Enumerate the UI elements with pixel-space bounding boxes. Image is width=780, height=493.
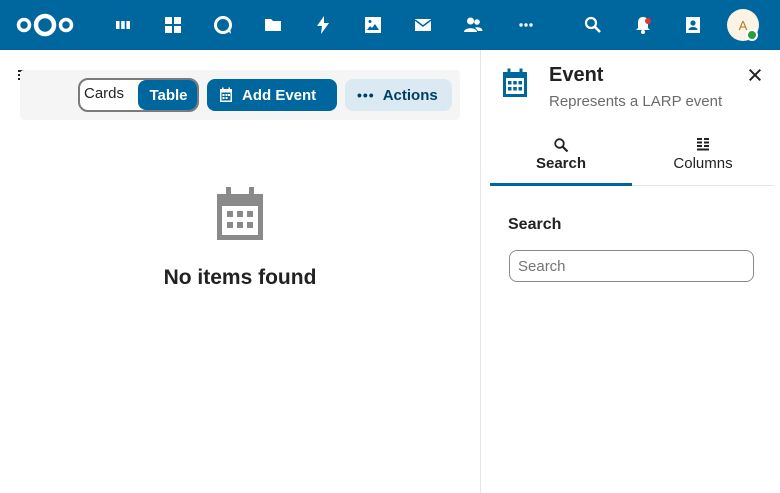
sidebar-subtitle: Represents a LARP event [549,93,723,110]
calendar-icon [220,87,232,102]
dots-horizontal-icon: ••• [357,87,375,103]
tab-search-label: Search [535,155,587,172]
view-table-option[interactable]: Table [138,80,197,110]
top-header: A [0,0,780,50]
close-icon [749,69,761,81]
actions-label: Actions [382,86,438,104]
tab-columns[interactable]: Columns [632,134,774,186]
add-event-button[interactable]: Add Event [207,79,337,111]
mail-icon[interactable] [411,13,435,37]
details-sidebar: Event Represents a LARP event Search Col… [480,50,780,493]
nextcloud-logo[interactable] [14,10,76,40]
dashboard-icon[interactable] [111,13,135,37]
search-input[interactable] [509,250,754,282]
notification-badge [645,18,651,24]
talk-icon[interactable] [211,13,235,37]
columns-icon [697,138,709,151]
add-event-label: Add Event [242,86,317,104]
search-icon[interactable] [581,13,605,37]
notifications-icon[interactable] [631,13,655,37]
photos-icon[interactable] [361,13,385,37]
sidebar-title: Event [549,64,604,86]
tab-search[interactable]: Search [490,134,632,186]
activity-icon[interactable] [311,13,335,37]
tab-columns-label: Columns [673,155,733,172]
actions-button[interactable]: ••• Actions [345,79,452,111]
calendar-icon [501,68,529,98]
view-mode-switch[interactable]: Cards Table [78,78,199,112]
contacts-menu-icon[interactable] [681,13,705,37]
view-cards-option[interactable]: Cards [84,85,124,102]
search-icon [554,138,569,153]
contacts-icon[interactable] [461,13,485,37]
online-status-icon [746,29,758,41]
files-icon[interactable] [261,13,285,37]
search-field-label: Search [508,216,562,233]
more-icon[interactable] [514,13,538,37]
empty-calendar-icon [213,186,267,242]
close-sidebar-button[interactable] [746,66,764,84]
avatar-initial: A [738,17,748,33]
empty-state-message: No items found [163,266,317,289]
apps-icon[interactable] [161,13,185,37]
